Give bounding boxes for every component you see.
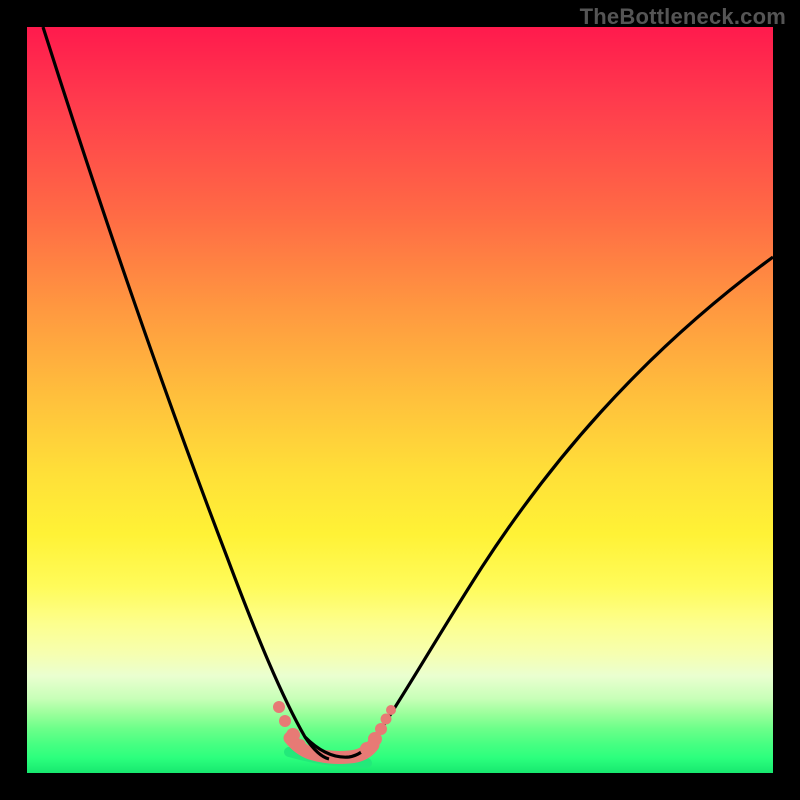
chart-svg <box>27 27 773 773</box>
marker-dot <box>375 723 387 735</box>
marker-dot <box>279 715 291 727</box>
right-curve <box>373 257 773 741</box>
chart-frame: TheBottleneck.com <box>0 0 800 800</box>
marker-dot <box>273 701 285 713</box>
marker-dot <box>386 705 396 715</box>
plot-area <box>27 27 773 773</box>
marker-dot <box>294 739 306 751</box>
left-curve <box>43 27 329 759</box>
marker-dot <box>381 714 392 725</box>
watermark-text: TheBottleneck.com <box>580 4 786 30</box>
